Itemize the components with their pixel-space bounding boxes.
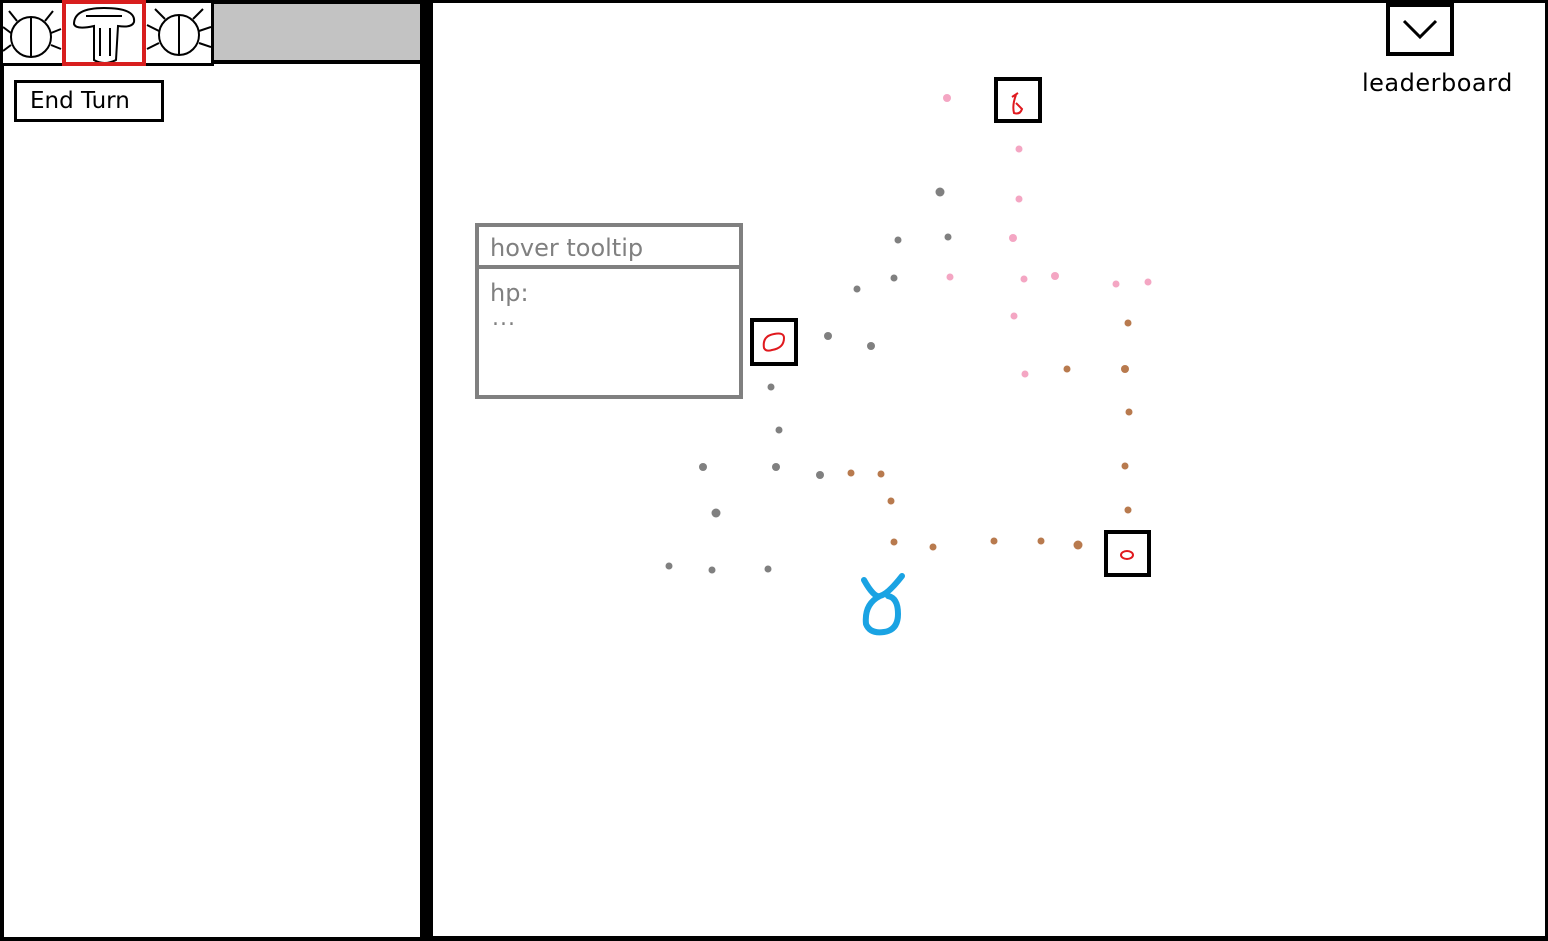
brown-path xyxy=(847,319,1133,551)
map-node-top[interactable] xyxy=(994,77,1042,123)
leaderboard-label: leaderboard xyxy=(1362,69,1513,97)
enemy-blob-icon xyxy=(1120,550,1134,560)
leaderboard-toggle-button[interactable] xyxy=(1386,3,1454,56)
player-creature-icon[interactable] xyxy=(858,572,910,640)
enemy-blob-icon xyxy=(762,332,786,352)
tooltip-more: ... xyxy=(492,306,516,331)
tooltip-title: hover tooltip xyxy=(479,227,739,269)
chevron-down-icon xyxy=(1402,19,1438,40)
hover-tooltip: hover tooltip hp: ... xyxy=(475,223,743,399)
map-node-right[interactable] xyxy=(1104,530,1151,577)
mushroom-icon xyxy=(72,6,136,62)
map-node-left[interactable] xyxy=(750,318,798,366)
unit-tab-mushroom[interactable] xyxy=(62,0,146,66)
pink-path xyxy=(943,94,1152,378)
map-paths xyxy=(665,94,1152,574)
enemy-glyph-icon xyxy=(1011,92,1024,115)
tooltip-hp-label: hp: xyxy=(490,279,529,307)
